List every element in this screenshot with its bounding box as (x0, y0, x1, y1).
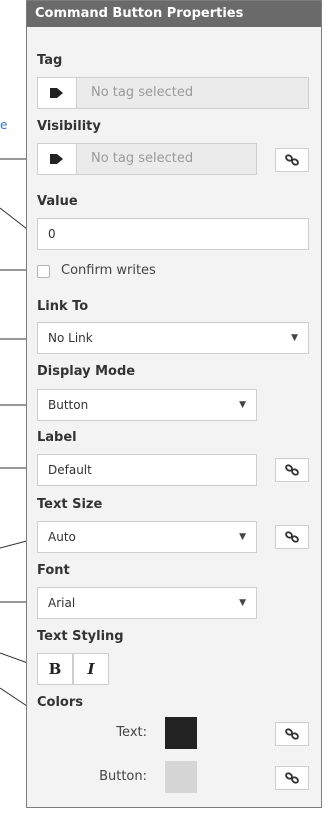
link-icon (285, 464, 299, 476)
label-input[interactable]: Default (37, 454, 257, 486)
button-color-label: Button: (99, 769, 147, 784)
confirm-writes-label: Confirm writes (61, 263, 156, 278)
visibility-tag-picker-button[interactable] (37, 143, 77, 175)
text-size-label: Text Size (37, 497, 103, 512)
panel-title: Command Button Properties (27, 1, 321, 27)
tag-icon (50, 88, 63, 98)
text-size-link-button[interactable] (275, 525, 309, 549)
external-caption-fragment: e (0, 118, 8, 132)
display-mode-label: Display Mode (37, 364, 136, 379)
value-input[interactable]: 0 (37, 218, 309, 250)
visibility-tag-field[interactable]: No tag selected (77, 143, 257, 175)
text-styling-label: Text Styling (37, 629, 124, 644)
italic-button[interactable]: I (73, 653, 109, 685)
visibility-link-button[interactable] (275, 148, 309, 172)
font-select[interactable]: Arial ▼ (37, 587, 257, 619)
chevron-down-icon: ▼ (291, 333, 298, 343)
bold-button[interactable]: B (37, 653, 73, 685)
font-value: Arial (48, 596, 76, 610)
chevron-down-icon: ▼ (239, 400, 246, 410)
button-color-link-button[interactable] (275, 766, 309, 790)
value-label: Value (37, 194, 78, 209)
font-label: Font (37, 563, 70, 578)
chevron-down-icon: ▼ (239, 532, 246, 542)
chevron-down-icon: ▼ (239, 598, 246, 608)
text-color-label: Text: (116, 725, 147, 740)
text-color-link-button[interactable] (275, 722, 309, 746)
text-color-swatch[interactable] (165, 717, 197, 749)
text-size-select[interactable]: Auto ▼ (37, 521, 257, 553)
link-to-value: No Link (48, 331, 93, 345)
label-link-button[interactable] (275, 458, 309, 482)
label-field-label: Label (37, 430, 77, 445)
colors-label: Colors (37, 695, 84, 710)
display-mode-value: Button (48, 398, 89, 412)
button-color-swatch[interactable] (165, 761, 197, 793)
link-to-label: Link To (37, 299, 89, 314)
link-to-select[interactable]: No Link ▼ (37, 322, 309, 354)
text-size-value: Auto (48, 530, 76, 544)
tag-picker-button[interactable] (37, 77, 77, 109)
tag-icon (50, 154, 63, 164)
visibility-label: Visibility (37, 119, 101, 134)
link-icon (285, 531, 299, 543)
tag-label: Tag (37, 53, 63, 68)
properties-panel: Command Button Properties Tag No tag sel… (26, 0, 322, 808)
display-mode-select[interactable]: Button ▼ (37, 389, 257, 421)
link-icon (285, 772, 299, 784)
tag-field[interactable]: No tag selected (77, 77, 309, 109)
confirm-writes-checkbox[interactable] (37, 265, 50, 278)
link-icon (285, 728, 299, 740)
link-icon (285, 154, 299, 166)
